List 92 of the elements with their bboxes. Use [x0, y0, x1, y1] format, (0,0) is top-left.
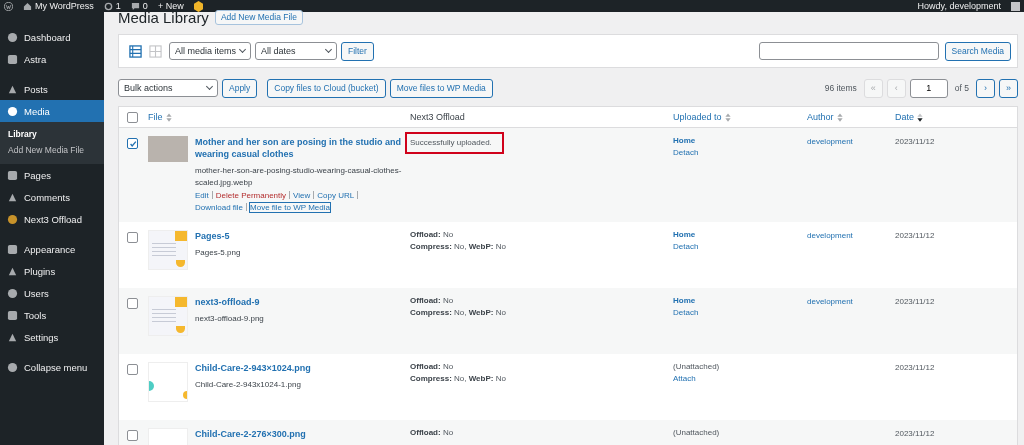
sidebar-item[interactable]: Appearance	[0, 238, 104, 260]
wordpress-logo-icon[interactable]	[4, 1, 13, 11]
offload-detail: Offload: No	[410, 362, 454, 371]
select-all-checkbox[interactable]	[127, 111, 138, 123]
screenshot-thumbnail[interactable]	[148, 296, 188, 336]
file-title-link[interactable]: Child-Care-2-276×300.png	[195, 428, 404, 440]
page-number-field[interactable]: 1	[909, 78, 948, 98]
sidebar-item[interactable]: Media	[0, 100, 104, 122]
greeting-link[interactable]: Howdy, development	[917, 0, 1001, 12]
bulk-actions-select[interactable]: Bulk actions	[118, 79, 218, 97]
hexagon-badge-icon[interactable]	[193, 0, 203, 12]
date-text: 2023/11/12	[895, 137, 935, 146]
site-link[interactable]: My WordPress	[23, 0, 94, 12]
search-field[interactable]	[758, 42, 939, 60]
submenu-item[interactable]: Add New Media File	[0, 142, 104, 158]
attach-action-link[interactable]: Detach	[673, 148, 699, 157]
sidebar-item[interactable]: Comments	[0, 186, 104, 208]
next-page-button[interactable]: ›	[976, 78, 995, 98]
submenu-item[interactable]: Library	[0, 126, 104, 142]
attach-action-link[interactable]: Attach	[673, 374, 696, 383]
screenshot-thumbnail[interactable]	[148, 230, 188, 270]
attach-action-link[interactable]: Detach	[673, 242, 699, 251]
item-count: 96 items	[824, 83, 857, 93]
sidebar-item[interactable]: Posts	[0, 78, 104, 100]
offload-detail: Offload: No	[410, 230, 454, 239]
file-name: mother-her-son-are-posing-studio-wearing-casual-clothes-scaled.jpg.webp	[195, 165, 403, 189]
file-name: Child-Care-2-943x1024-1.png	[195, 379, 302, 391]
sidebar-item[interactable]: Collapse menu	[0, 356, 104, 378]
home-icon	[23, 1, 32, 11]
blank-thumbnail[interactable]	[148, 362, 188, 402]
grid-view-icon[interactable]	[149, 44, 162, 58]
row-checkbox[interactable]	[127, 430, 138, 441]
offload-detail: Compress: No, WebP: No	[410, 308, 506, 317]
sidebar-item[interactable]: Dashboard	[0, 26, 104, 48]
filter-button[interactable]: Filter	[341, 41, 374, 61]
row-action-link[interactable]: Download file	[195, 203, 244, 212]
file-title-link[interactable]: Pages-5	[195, 230, 404, 242]
offload-status: Successfully uploaded.	[405, 132, 504, 154]
column-sort-link[interactable]: Uploaded to	[673, 112, 722, 122]
date-text: 2023/11/12	[895, 231, 935, 240]
row-action-link[interactable]: Copy URL	[317, 191, 355, 200]
author-name-link[interactable]: development	[807, 297, 853, 306]
sidebar-item[interactable]: Plugins	[0, 260, 104, 282]
file-title-link[interactable]: Child-Care-2-943×1024.png	[195, 362, 404, 374]
row-action-link[interactable]: View	[293, 191, 311, 200]
row-action-link[interactable]: Move file to WP Media	[250, 203, 330, 212]
search-button[interactable]: Search Media	[944, 41, 1011, 61]
attach-action-link[interactable]: Detach	[673, 308, 699, 317]
file-title-link[interactable]: Mother and her son are posing in the studio and wearing casual clothes	[195, 136, 404, 160]
unattached-label: (Unattached)	[673, 428, 720, 437]
sidebar-item[interactable]: Astra	[0, 48, 104, 70]
date-text: 2023/11/12	[895, 297, 935, 306]
date-select[interactable]: All dates	[255, 42, 337, 60]
sidebar-item[interactable]: Settings	[0, 326, 104, 348]
move-to-media-button[interactable]: Move files to WP Media	[389, 78, 493, 98]
column-header: Next3 Offload	[410, 112, 465, 122]
offload-detail: Compress: No, WebP: No	[410, 374, 506, 383]
column-sort-link[interactable]: File	[148, 112, 163, 122]
sidebar-item[interactable]: Next3 Offload	[0, 208, 104, 230]
parent-link[interactable]: Home	[673, 230, 696, 239]
apply-button[interactable]: Apply	[222, 78, 258, 98]
column-sort-link[interactable]: Author	[807, 112, 834, 122]
parent-link[interactable]: Home	[673, 136, 696, 145]
last-page-button[interactable]: »	[999, 78, 1018, 98]
column-sort-link[interactable]: Date	[895, 112, 914, 122]
sidebar-item[interactable]: Tools	[0, 304, 104, 326]
date-text: 2023/11/12	[895, 363, 935, 372]
row-checkbox[interactable]	[127, 138, 138, 149]
author-name-link[interactable]: development	[807, 137, 853, 146]
sidebar-item[interactable]: Users	[0, 282, 104, 304]
row-checkbox[interactable]	[127, 232, 138, 243]
page-total: of 5	[954, 83, 969, 93]
offload-detail: Compress: No, WebP: No	[410, 242, 506, 251]
sidebar-item[interactable]: Pages	[0, 164, 104, 186]
copy-to-cloud-button[interactable]: Copy files to Cloud (bucket)	[267, 78, 386, 98]
avatar-icon[interactable]	[1011, 1, 1020, 11]
row-action-link[interactable]: Delete Permanently	[215, 191, 287, 200]
offload-detail: Offload: No	[410, 428, 454, 437]
parent-link[interactable]: Home	[673, 296, 696, 305]
list-view-icon[interactable]	[129, 44, 142, 58]
media-type-select[interactable]: All media items	[169, 42, 251, 60]
file-name: next3-offload-9.png	[195, 313, 265, 325]
date-text: 2023/11/12	[895, 429, 935, 438]
offload-detail: Offload: No	[410, 296, 454, 305]
row-action-link[interactable]: Edit	[195, 191, 209, 200]
row-checkbox[interactable]	[127, 298, 138, 309]
author-name-link[interactable]: development	[807, 231, 853, 240]
row-checkbox[interactable]	[127, 364, 138, 375]
file-title-link[interactable]: next3-offload-9	[195, 296, 404, 308]
file-name: Pages-5.png	[195, 247, 242, 259]
updates-link[interactable]: 1	[103, 0, 121, 12]
unattached-label: (Unattached)	[673, 362, 720, 371]
